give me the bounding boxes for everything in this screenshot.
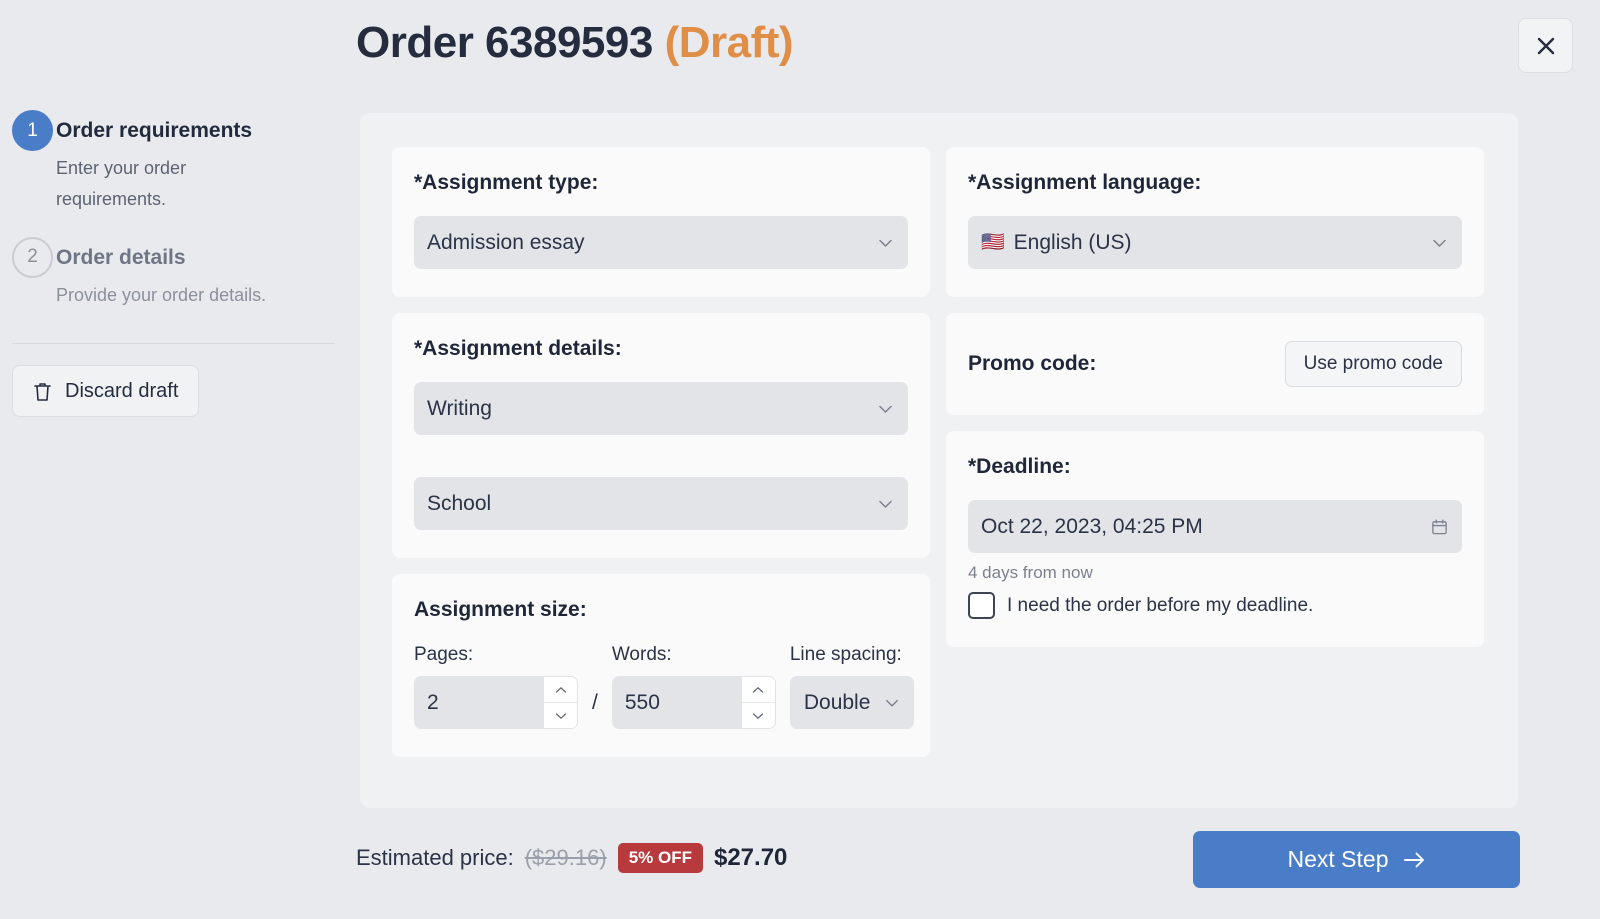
- calendar-icon: [1432, 519, 1447, 534]
- close-button[interactable]: [1518, 18, 1573, 73]
- words-stepper-arrows: [741, 676, 776, 729]
- words-decrement-button[interactable]: [742, 703, 775, 728]
- chevron-down-icon: [886, 699, 899, 707]
- size-separator: /: [592, 691, 598, 714]
- line-spacing-value: Double: [803, 690, 871, 714]
- pages-label: Pages:: [414, 644, 474, 665]
- step-title: Order details: [56, 245, 186, 269]
- deadline-early-checkbox-row[interactable]: I need the order before my deadline.: [968, 592, 1462, 619]
- estimated-price-label: Estimated price:: [356, 845, 514, 870]
- page-title: Order 6389593 (Draft): [356, 18, 794, 68]
- pages-field: Pages: 2: [414, 644, 578, 729]
- deadline-value: Oct 22, 2023, 04:25 PM: [981, 514, 1203, 538]
- assignment-type-value: Admission essay: [427, 230, 585, 254]
- form-column-left: *Assignment type: Admission essay *Assig…: [392, 147, 930, 757]
- deadline-label: *Deadline:: [968, 455, 1071, 478]
- step-title: Order requirements: [56, 119, 253, 142]
- order-form-panel: *Assignment type: Admission essay *Assig…: [360, 113, 1518, 808]
- step-description: Provide your order details.: [56, 284, 267, 305]
- pages-input[interactable]: 2: [414, 676, 544, 729]
- sidebar-step-order-requirements[interactable]: 1 Order requirements Enter your order re…: [0, 110, 345, 215]
- order-status-draft: (Draft): [664, 18, 794, 67]
- arrow-right-icon: [1403, 852, 1424, 867]
- form-column-right: *Assignment language: 🇺🇸 English (US) Pr…: [946, 147, 1484, 757]
- close-icon: [1537, 37, 1554, 54]
- words-field: Words: 550: [611, 644, 776, 729]
- words-increment-button[interactable]: [741, 677, 775, 703]
- assignment-details-value-level: School: [427, 491, 492, 515]
- chevron-up-icon: [753, 686, 764, 693]
- assignment-details-select-category[interactable]: Writing: [414, 382, 908, 435]
- discount-badge: 5% OFF: [617, 843, 703, 873]
- trash-icon: [34, 382, 51, 401]
- step-description: Enter your order requirements.: [56, 158, 187, 209]
- assignment-language-select[interactable]: 🇺🇸 English (US): [968, 216, 1462, 269]
- line-spacing-field: Line spacing: Double: [776, 644, 915, 729]
- need-order-before-deadline-label: I need the order before my deadline.: [1007, 594, 1314, 616]
- next-step-label: Next Step: [1287, 846, 1389, 872]
- use-promo-code-label: Use promo code: [1303, 353, 1443, 374]
- assignment-details-value-category: Writing: [427, 396, 492, 420]
- deadline-card: *Deadline: Oct 22, 2023, 04:25 PM 4 days…: [946, 431, 1484, 647]
- chevron-down-icon: [555, 712, 566, 719]
- assignment-type-label: *Assignment type:: [414, 171, 599, 194]
- sidebar-divider: [12, 343, 335, 344]
- promo-code-card: Promo code: Use promo code: [946, 313, 1484, 415]
- chevron-down-icon: [1433, 239, 1446, 247]
- order-draft-screen: Order 6389593 (Draft) 1 Order requiremen…: [0, 0, 1600, 919]
- estimated-price-row: Estimated price: ($29.16) 5% OFF $27.70: [356, 843, 787, 873]
- original-price: ($29.16): [524, 845, 607, 870]
- promo-code-label: Promo code:: [968, 352, 1097, 375]
- assignment-type-select[interactable]: Admission essay: [414, 216, 908, 269]
- pages-decrement-button[interactable]: [544, 703, 577, 728]
- assignment-details-label: *Assignment details:: [414, 337, 622, 360]
- discard-draft-button[interactable]: Discard draft: [12, 365, 200, 417]
- assignment-details-card: *Assignment details: Writing School: [392, 313, 930, 558]
- sidebar-step-order-details[interactable]: 2 Order details Provide your order detai…: [0, 236, 345, 311]
- deadline-datetime-input[interactable]: Oct 22, 2023, 04:25 PM: [968, 500, 1462, 553]
- steps-sidebar: 1 Order requirements Enter your order re…: [0, 110, 345, 417]
- assignment-language-value: English (US): [1013, 230, 1132, 254]
- chevron-down-icon: [879, 405, 892, 413]
- line-spacing-select[interactable]: Double: [789, 676, 915, 729]
- assignment-language-card: *Assignment language: 🇺🇸 English (US): [946, 147, 1484, 297]
- chevron-down-icon: [753, 712, 764, 719]
- chevron-down-icon: [879, 500, 892, 508]
- assignment-size-controls: Pages: 2 / Words: 550 Line spacing: Doub…: [414, 644, 915, 729]
- next-step-button[interactable]: Next Step: [1193, 831, 1520, 888]
- step-number-badge: 2: [12, 236, 53, 278]
- assignment-details-select-level[interactable]: School: [414, 477, 908, 530]
- pages-increment-button[interactable]: [544, 677, 577, 703]
- words-input[interactable]: 550: [611, 676, 742, 729]
- discard-draft-label: Discard draft: [65, 379, 179, 402]
- assignment-language-label: *Assignment language:: [968, 171, 1202, 194]
- page-title-main: Order 6389593: [356, 18, 653, 67]
- flag-us-icon: 🇺🇸: [981, 232, 1005, 253]
- deadline-hint: 4 days from now: [968, 563, 1093, 582]
- words-label: Words:: [611, 644, 672, 665]
- line-spacing-label: Line spacing:: [789, 644, 902, 665]
- assignment-type-card: *Assignment type: Admission essay: [392, 147, 930, 297]
- pages-stepper-arrows: [544, 676, 578, 729]
- assignment-size-label: Assignment size:: [414, 598, 587, 621]
- pages-stepper[interactable]: 2: [414, 676, 578, 729]
- step-number-badge: 1: [12, 110, 53, 151]
- use-promo-code-button[interactable]: Use promo code: [1284, 341, 1462, 387]
- chevron-down-icon: [879, 239, 892, 247]
- final-price: $27.70: [713, 844, 788, 871]
- assignment-size-card: Assignment size: Pages: 2 / Words: 550 L…: [392, 574, 930, 757]
- need-order-before-deadline-checkbox[interactable]: [968, 592, 995, 619]
- chevron-up-icon: [555, 686, 566, 693]
- words-stepper[interactable]: 550: [611, 676, 776, 729]
